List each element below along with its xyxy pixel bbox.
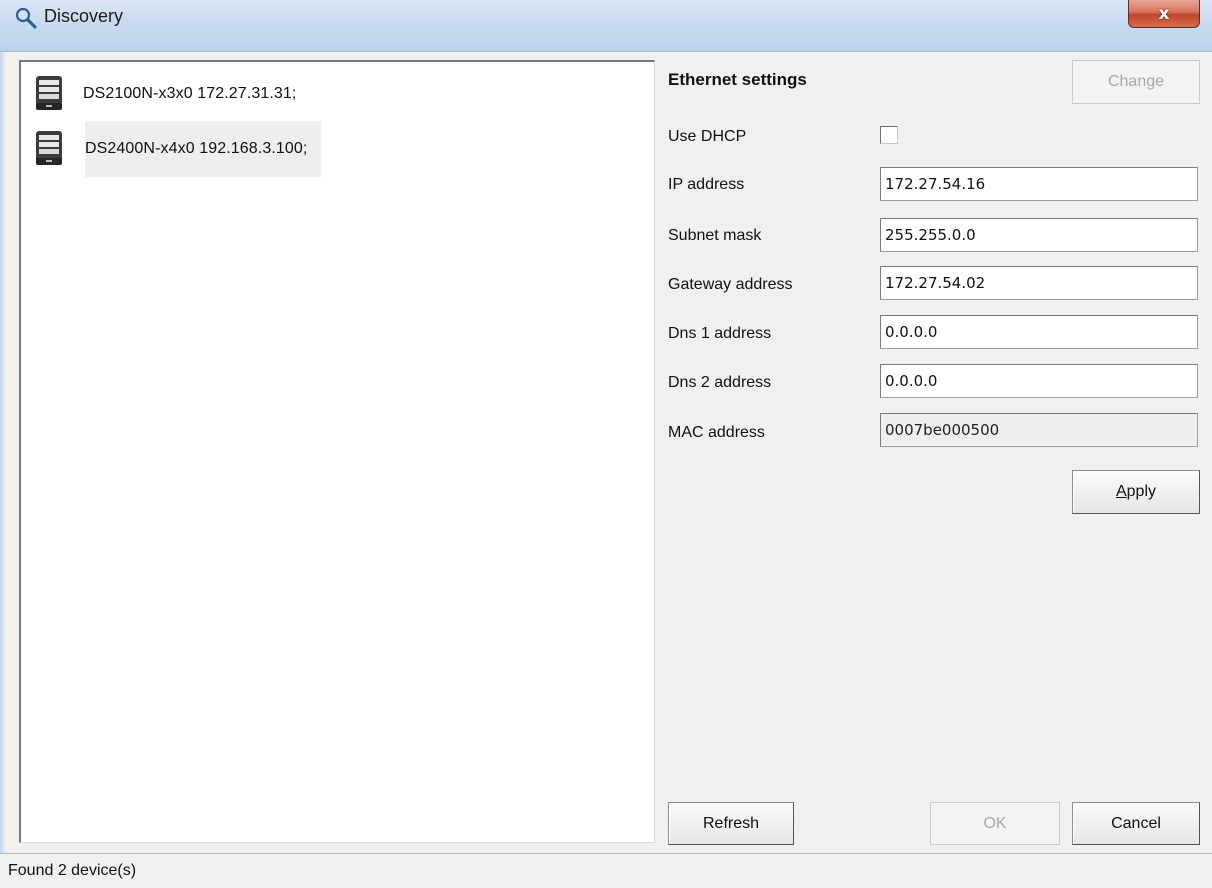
refresh-button[interactable]: Refresh: [668, 802, 794, 845]
server-icon: [36, 76, 62, 110]
dns2-address-label: Dns 2 address: [668, 374, 772, 391]
subnet-mask-label: Subnet mask: [668, 227, 762, 244]
gateway-address-input[interactable]: [880, 266, 1198, 300]
mac-address-label: MAC address: [668, 424, 765, 441]
use-dhcp-label: Use DHCP: [668, 128, 747, 145]
status-bar: Found 2 device(s): [0, 853, 1212, 888]
dns1-address-input[interactable]: [880, 315, 1198, 349]
apply-button[interactable]: Apply: [1072, 470, 1200, 514]
apply-accelerator: A: [1115, 483, 1127, 500]
title-bar[interactable]: Discovery x: [0, 0, 1212, 52]
subnet-mask-input[interactable]: [880, 218, 1198, 252]
device-label: DS2400N-x4x0 192.168.3.100;: [85, 140, 308, 157]
dns2-address-input[interactable]: [880, 364, 1198, 398]
apply-label-rest: pply: [1126, 483, 1157, 500]
status-text: Found 2 device(s): [8, 862, 137, 879]
mac-address-field: [880, 413, 1198, 447]
change-button[interactable]: Change: [1072, 60, 1200, 104]
cancel-button[interactable]: Cancel: [1072, 802, 1200, 845]
window-frame-edge: [0, 52, 6, 853]
device-label: DS2100N-x3x0 172.27.31.31;: [83, 85, 297, 102]
ok-button[interactable]: OK: [930, 802, 1060, 845]
discovery-window: Discovery x DS2100N-x3x0 172.27.31.31; D…: [0, 0, 1212, 888]
device-list[interactable]: DS2100N-x3x0 172.27.31.31; DS2400N-x4x0 …: [19, 60, 655, 843]
server-icon: [36, 131, 62, 165]
list-item[interactable]: DS2100N-x3x0 172.27.31.31;: [35, 66, 310, 122]
ip-address-input[interactable]: [880, 167, 1198, 201]
ethernet-settings-title: Ethernet settings: [668, 70, 807, 89]
use-dhcp-checkbox[interactable]: [880, 126, 898, 144]
ip-address-label: IP address: [668, 176, 745, 193]
magnifier-icon: [15, 7, 37, 29]
close-icon: x: [1158, 3, 1170, 24]
window-title: Discovery: [44, 6, 124, 26]
dns1-address-label: Dns 1 address: [668, 325, 772, 342]
gateway-address-label: Gateway address: [668, 276, 793, 293]
list-item[interactable]: DS2400N-x4x0 192.168.3.100;: [36, 121, 322, 177]
close-button[interactable]: x: [1128, 0, 1200, 28]
